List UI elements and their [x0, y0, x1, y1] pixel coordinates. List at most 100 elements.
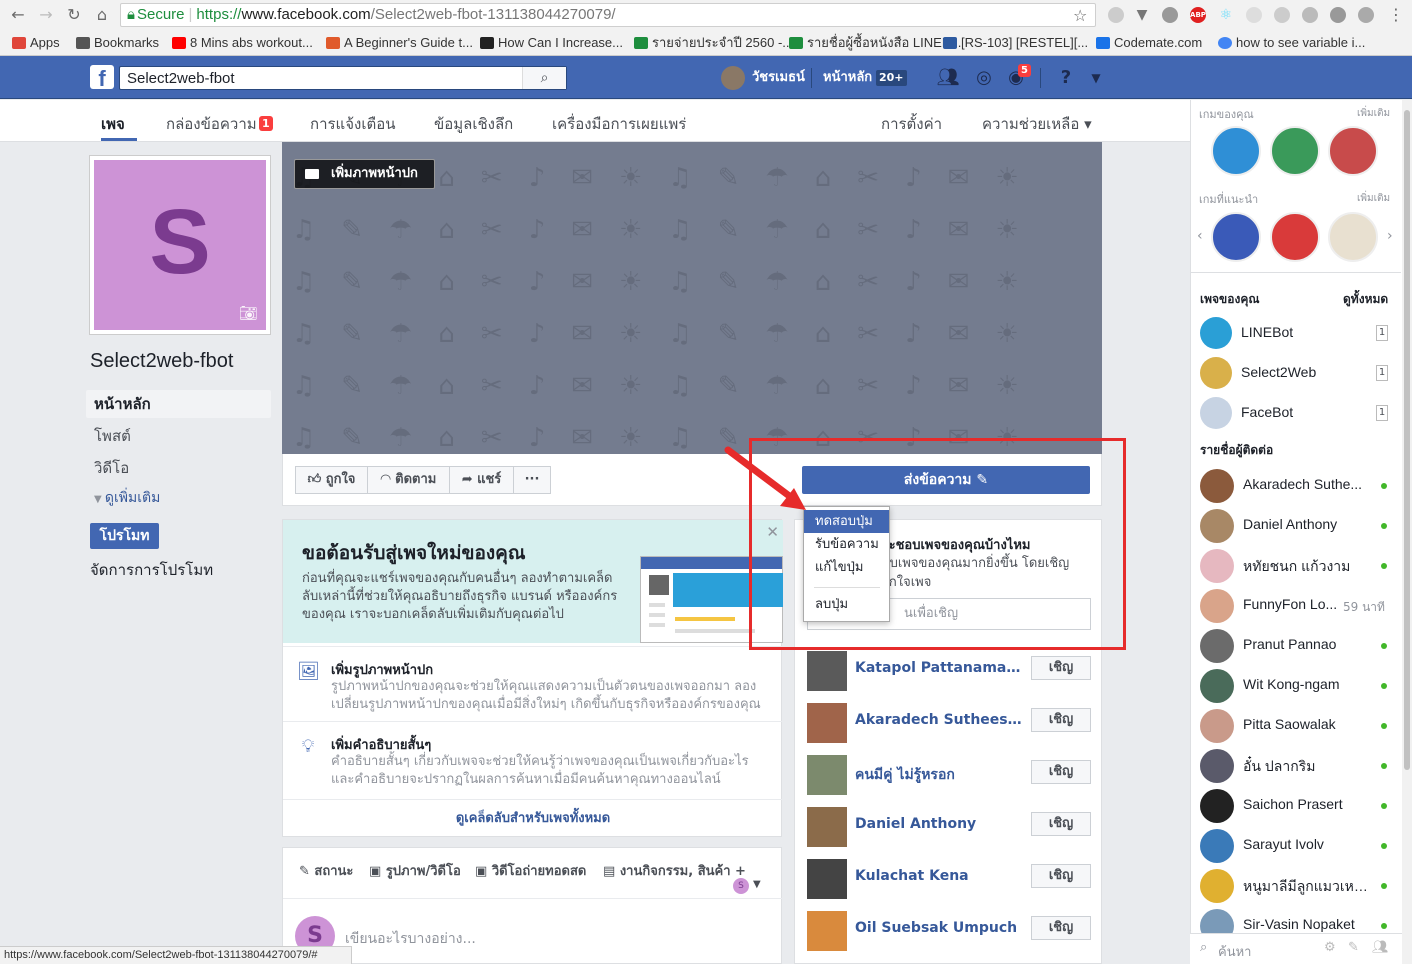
contact-item[interactable]: อั๋น ปลากริม [1191, 745, 1391, 785]
bookmark-item[interactable]: Codemate.com [1096, 34, 1202, 52]
invite-button[interactable]: เชิญ [1031, 656, 1091, 680]
address-bar[interactable]: 🔒︎ Secure | https://www.facebook.com/Select… [120, 3, 1096, 27]
react-devtools-icon[interactable]: ⚛ [1218, 7, 1234, 23]
invite-button[interactable]: เชิญ [1031, 916, 1091, 940]
contact-item[interactable]: Akaradech Suthe... [1191, 465, 1391, 505]
page-name[interactable]: Select2web-fbot [90, 350, 233, 373]
composer-tab-live-video[interactable]: ▣ วิดีโอถ่ายทอดสด [475, 860, 586, 881]
share-button[interactable]: ➦ แชร์ [449, 466, 514, 494]
back-icon[interactable]: ← [8, 6, 28, 24]
filter-extension-icon[interactable]: ▼ [1134, 7, 1150, 23]
extension-icon[interactable] [1302, 7, 1318, 23]
tab-settings[interactable]: การตั้งค่า [881, 114, 942, 134]
left-nav-home[interactable]: หน้าหลัก [86, 390, 271, 418]
bookmark-item[interactable]: How Can I Increase... [480, 34, 623, 52]
bookmark-apps[interactable]: Apps [12, 34, 60, 52]
composer-tab-photo-video[interactable]: ▣ รูปภาพ/วิดีโอ [369, 860, 461, 881]
manage-promotions-link[interactable]: จัดการการโปรโมท [90, 558, 213, 582]
more-suggested-link[interactable]: เพิ่มเติม [1357, 191, 1390, 206]
gear-icon[interactable]: ⚙ [1324, 940, 1336, 955]
search-icon[interactable]: ⌕ [522, 67, 566, 89]
extension-icon[interactable] [1358, 7, 1374, 23]
more-options-button[interactable]: ··· [513, 466, 551, 494]
messenger-icon[interactable]: ◎ [972, 66, 996, 90]
left-nav-videos[interactable]: วิดีโอ [86, 454, 271, 482]
bookmark-star-icon[interactable]: ☆ [1073, 6, 1087, 25]
invite-button[interactable]: เชิญ [1031, 708, 1091, 732]
friend-avatar[interactable] [807, 859, 847, 899]
compose-icon[interactable]: ✎ [1348, 940, 1359, 955]
tip-add-cover[interactable]: 🖼︎ เพิ่มรูปภาพหน้าปก รูปภาพหน้าปกของคุณจ… [283, 646, 783, 720]
reload-icon[interactable]: ↻ [64, 6, 84, 24]
invite-button[interactable]: เชิญ [1031, 760, 1091, 784]
game-icon[interactable] [1211, 126, 1261, 176]
game-icon[interactable] [1270, 126, 1320, 176]
extension-icon[interactable] [1330, 7, 1346, 23]
bookmark-item[interactable]: 8 Mins abs workout... [172, 34, 313, 52]
help-icon[interactable]: ? [1054, 66, 1078, 90]
extension-icon[interactable] [1162, 7, 1178, 23]
composer-tab-status[interactable]: ✎ สถานะ [299, 860, 353, 881]
page-item[interactable]: Select2Web 1 [1191, 353, 1401, 393]
add-cover-button[interactable]: เพิ่มภาพหน้าปก [294, 159, 435, 189]
composer-tab-event-product[interactable]: ▤ งานกิจกรรม, สินค้า + [603, 860, 746, 881]
contact-item[interactable]: FunnyFon Lo... 59 นาที [1191, 585, 1391, 625]
extension-icon[interactable] [1274, 7, 1290, 23]
tab-page[interactable]: เพจ [101, 114, 125, 134]
friend-requests-icon[interactable]: 👥︎ [936, 66, 960, 90]
page-item[interactable]: LINEBot 1 [1191, 313, 1401, 353]
bookmark-item[interactable]: how to see variable i... [1218, 34, 1365, 52]
friend-avatar[interactable] [807, 911, 847, 951]
left-nav-posts[interactable]: โพสต์ [86, 422, 271, 450]
bookmark-item[interactable]: A Beginner's Guide t... [326, 34, 473, 52]
facebook-logo-icon[interactable]: f [90, 65, 114, 91]
chevron-right-icon[interactable]: › [1387, 228, 1393, 244]
user-avatar[interactable] [721, 66, 745, 90]
menu-icon[interactable]: ⋮ [1388, 5, 1404, 24]
page-avatar-small[interactable]: S [733, 878, 749, 894]
bookmark-item[interactable]: [RS-103] [RESTEL][... [943, 34, 1088, 52]
contact-item[interactable]: Pranut Pannao [1191, 625, 1391, 665]
game-icon[interactable] [1328, 126, 1378, 176]
group-icon[interactable]: 👥︎ [1372, 940, 1389, 955]
game-icon[interactable] [1270, 212, 1320, 262]
page-item[interactable]: FaceBot 1 [1191, 393, 1401, 433]
contact-item[interactable]: หทัยชนก แก้วงาม [1191, 545, 1391, 585]
invite-button[interactable]: เชิญ [1031, 812, 1091, 836]
friend-avatar[interactable] [807, 651, 847, 691]
more-games-link[interactable]: เพิ่มเติม [1357, 106, 1390, 121]
contact-item[interactable]: Pitta Saowalak [1191, 705, 1391, 745]
tab-notifications[interactable]: การแจ้งเตือน [310, 114, 395, 134]
forward-icon[interactable]: → [36, 6, 56, 24]
contact-item[interactable]: หนูมาลีมีลูกแมวเหมี... [1191, 865, 1391, 905]
composer-input[interactable]: เขียนอะไรบางอย่าง... [345, 928, 476, 950]
see-all-pages-link[interactable]: ดูทั้งหมด [1343, 290, 1388, 309]
home-icon[interactable]: ⌂ [92, 6, 112, 24]
tab-insights[interactable]: ข้อมูลเชิงลึก [434, 114, 513, 134]
account-menu-chevron-icon[interactable]: ▼ [1084, 66, 1108, 90]
contact-item[interactable]: Sarayut Ivolv [1191, 825, 1391, 865]
like-button[interactable]: 👍︎ ถูกใจ [295, 466, 368, 494]
tab-help[interactable]: ความช่วยเหลือ ▾ [982, 114, 1092, 134]
tab-publishing-tools[interactable]: เครื่องมือการเผยแพร่ [552, 114, 686, 134]
friend-avatar[interactable] [807, 807, 847, 847]
extension-icon[interactable] [1246, 7, 1262, 23]
tab-inbox[interactable]: กล่องข้อความ [166, 114, 257, 134]
follow-button[interactable]: ◠ ติดตาม [367, 466, 450, 494]
user-name-link[interactable]: วัชรเมธน์ [752, 69, 805, 87]
camera-icon[interactable]: 📷︎ [239, 304, 258, 322]
promote-button[interactable]: โปรโมท [90, 523, 159, 549]
see-more-link[interactable]: ▼ ดูเพิ่มเติม [94, 487, 160, 509]
sidebar-scrollbar[interactable] [1402, 100, 1412, 964]
search-input[interactable] [120, 67, 520, 89]
profile-picture[interactable]: S 📷︎ [89, 155, 271, 335]
see-all-tips-link[interactable]: ดูเคล็ดลับสำหรับเพจทั้งหมด [283, 799, 783, 837]
contact-item[interactable]: Wit Kong-ngam [1191, 665, 1391, 705]
bookmark-item[interactable]: Bookmarks [76, 34, 159, 52]
game-icon[interactable] [1211, 212, 1261, 262]
adblock-icon[interactable]: ABP [1190, 7, 1206, 23]
bookmark-item[interactable]: รายจ่ายประจำปี 2560 -... [634, 34, 793, 52]
chat-search-input[interactable]: ค้นหา [1218, 941, 1251, 962]
contact-item[interactable]: Daniel Anthony [1191, 505, 1391, 545]
game-icon[interactable] [1328, 212, 1378, 262]
